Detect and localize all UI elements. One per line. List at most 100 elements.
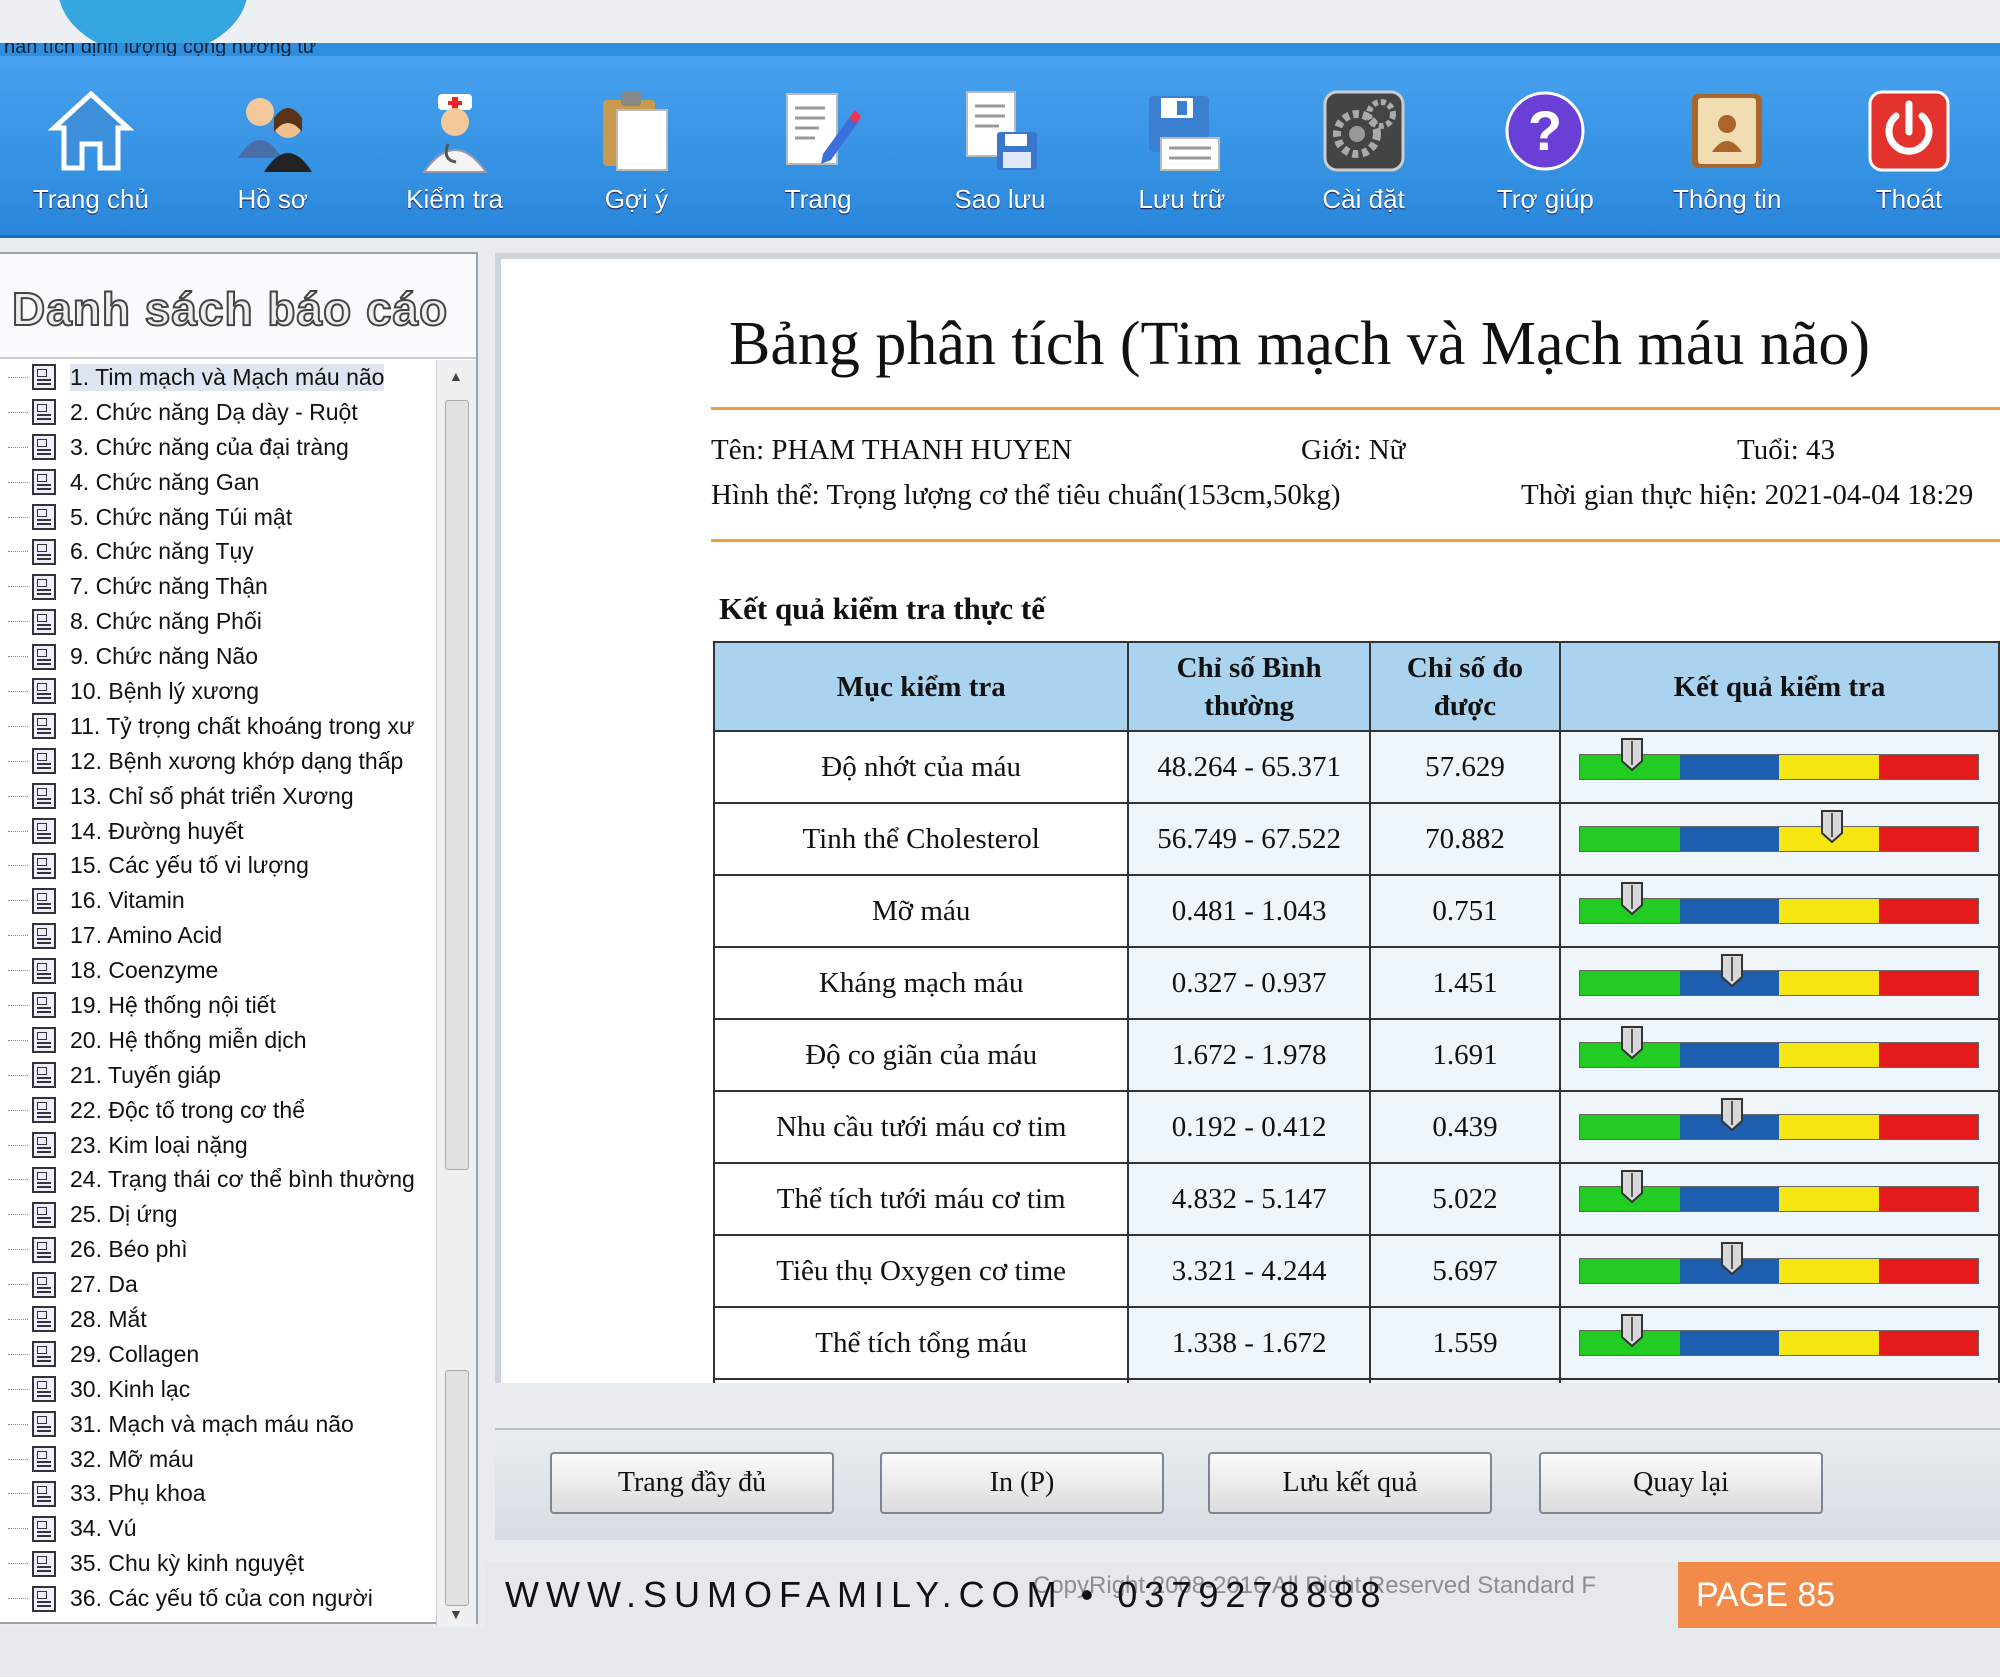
table-row: Trở kháng tổng máu thất trái0.660 - 1.54…	[712, 1378, 2000, 1383]
report-list-item-label: 36. Các yếu tố của con người	[70, 1585, 373, 1612]
gauge-segment	[1580, 1115, 1680, 1139]
toolbar-floppy-button[interactable]: Lưu trữ	[1091, 56, 1273, 235]
report-list-item-label: 30. Kinh lạc	[70, 1375, 191, 1402]
toolbar-label: Trang	[784, 184, 852, 214]
report-list-item[interactable]: 21. Tuyến giáp	[0, 1058, 436, 1093]
toolbar-help-button[interactable]: ? Trợ giúp	[1455, 56, 1637, 235]
toolbar-backup-button[interactable]: Sao lưu	[909, 56, 1091, 235]
scroll-down-icon[interactable]: ▼	[449, 1606, 463, 1622]
report-list-item[interactable]: 23. Kim loại nặng	[0, 1128, 436, 1163]
report-list-item[interactable]: 33. Phụ khoa	[0, 1477, 436, 1512]
report-list-item[interactable]: 10. Bệnh lý xương	[0, 674, 436, 709]
full-page-button[interactable]: Trang đầy đủ	[550, 1452, 834, 1514]
report-list-item[interactable]: 26. Béo phì	[0, 1232, 436, 1267]
tree-line	[8, 1109, 28, 1111]
report-list-item[interactable]: 18. Coenzyme	[0, 953, 436, 988]
tree-line	[8, 1004, 28, 1006]
report-list-item[interactable]: 32. Mỡ máu	[0, 1442, 436, 1477]
report-list-item[interactable]: 4. Chức năng Gan	[0, 465, 436, 500]
tree-line	[8, 865, 28, 867]
gauge-segment	[1779, 1115, 1879, 1139]
gauge-segment	[1878, 1331, 1979, 1355]
cell-normal: 4.832 - 5.147	[1127, 1162, 1371, 1236]
report-list-scrollbar[interactable]: ▲ ▼	[436, 360, 476, 1626]
result-gauge	[1579, 1314, 1980, 1356]
report-list-item-label: 5. Chức năng Túi mật	[70, 503, 293, 530]
tree-line	[8, 1563, 28, 1565]
report-list[interactable]: 1. Tim mạch và Mạch máu não 2. Chức năng …	[0, 360, 436, 1626]
table-row: Độ co giãn của máu 1.672 - 1.978 1.691	[712, 1018, 2000, 1092]
report-list-item[interactable]: 9. Chức năng Não	[0, 639, 436, 674]
tree-line	[8, 1353, 28, 1355]
report-list-item[interactable]: 12. Bệnh xương khớp dạng thấp	[0, 744, 436, 779]
toolbar-clipboard-button[interactable]: Gợi ý	[545, 56, 727, 235]
toolbar-power-button[interactable]: Thoát	[1818, 56, 2000, 235]
tree-line	[8, 725, 28, 727]
report-list-item[interactable]: 2. Chức năng Dạ dày - Ruột	[0, 395, 436, 430]
document-icon	[32, 1132, 56, 1159]
report-list-item[interactable]: 6. Chức năng Tụy	[0, 534, 436, 569]
print-button[interactable]: In (P)	[880, 1452, 1164, 1514]
toolbar-users-button[interactable]: Hồ sơ	[182, 56, 364, 235]
document-icon	[32, 713, 56, 740]
report-list-item[interactable]: 36. Các yếu tố của con người	[0, 1581, 436, 1616]
report-list-item-label: 14. Đường huyết	[70, 817, 244, 844]
report-list-item[interactable]: 34. Vú	[0, 1511, 436, 1546]
document-icon	[32, 1585, 56, 1612]
report-list-item[interactable]: 24. Trạng thái cơ thể bình thường	[0, 1162, 436, 1197]
table-row: Thể tích tổng máu 1.338 - 1.672 1.559	[712, 1306, 2000, 1380]
report-list-item[interactable]: 3. Chức năng của đại tràng	[0, 430, 436, 465]
report-list-item[interactable]: 20. Hệ thống miễn dịch	[0, 1023, 436, 1058]
report-list-item[interactable]: 35. Chu kỳ kinh nguyệt	[0, 1546, 436, 1581]
report-list-item[interactable]: 31. Mạch và mạch máu não	[0, 1407, 436, 1442]
scrollbar-thumb-lower[interactable]	[445, 1370, 469, 1606]
report-list-item[interactable]: 5. Chức năng Túi mật	[0, 500, 436, 535]
save-result-button[interactable]: Lưu kết quả	[1208, 1452, 1492, 1514]
cell-normal: 1.672 - 1.978	[1127, 1018, 1371, 1092]
toolbar-home-button[interactable]: Trang chủ	[0, 56, 182, 235]
cell-measured: 5.022	[1368, 1162, 1561, 1236]
clipboard-icon	[591, 86, 681, 176]
report-list-item[interactable]: 22. Độc tố trong cơ thể	[0, 1093, 436, 1128]
cell-measured: 0.439	[1368, 1090, 1561, 1164]
report-list-item[interactable]: 25. Dị ứng	[0, 1197, 436, 1232]
report-list-item-label: 23. Kim loại nặng	[70, 1131, 248, 1158]
patient-body: Hình thể: Trọng lượng cơ thể tiêu chuẩn(…	[711, 479, 1341, 511]
report-list-item[interactable]: 16. Vitamin	[0, 883, 436, 918]
report-list-item[interactable]: 7. Chức năng Thận	[0, 569, 436, 604]
edit-document-icon	[773, 86, 863, 176]
report-list-item[interactable]: 1. Tim mạch và Mạch máu não	[0, 360, 436, 395]
report-list-item[interactable]: 15. Các yếu tố vi lượng	[0, 848, 436, 883]
tree-line	[8, 1144, 28, 1146]
toolbar-doctor-button[interactable]: Kiểm tra	[364, 56, 546, 235]
report-list-item[interactable]: 28. Mắt	[0, 1302, 436, 1337]
report-list-item[interactable]: 27. Da	[0, 1267, 436, 1302]
report-list-item[interactable]: 29. Collagen	[0, 1337, 436, 1372]
scroll-up-icon[interactable]: ▲	[449, 368, 463, 384]
col-measured: Chỉ số đo được	[1368, 641, 1561, 732]
scrollbar-thumb[interactable]	[445, 400, 469, 1170]
report-list-item[interactable]: 8. Chức năng Phối	[0, 604, 436, 639]
document-icon	[32, 1411, 56, 1438]
toolbar-info-book-button[interactable]: Thông tin	[1636, 56, 1818, 235]
cell-measured: 1.559	[1368, 1306, 1561, 1380]
report-list-item[interactable]: 11. Tỷ trọng chất khoáng trong xư	[0, 709, 436, 744]
report-list-item-label: 4. Chức năng Gan	[70, 468, 260, 495]
report-list-item[interactable]: 13. Chỉ số phát triển Xương	[0, 779, 436, 814]
toolbar-gear-button[interactable]: Cài đặt	[1273, 56, 1455, 235]
report-list-item[interactable]: 30. Kinh lạc	[0, 1372, 436, 1407]
result-gauge	[1579, 1098, 1980, 1140]
patient-age: Tuổi: 43	[1737, 434, 1836, 466]
document-icon	[32, 748, 56, 775]
cell-measured: 1.691	[1368, 1018, 1561, 1092]
report-list-item-label: 29. Collagen	[70, 1340, 200, 1367]
toolbar-edit-document-button[interactable]: Trang	[727, 56, 909, 235]
report-list-item-label: 10. Bệnh lý xương	[70, 677, 260, 704]
back-button[interactable]: Quay lại	[1539, 1452, 1823, 1514]
table-row: Độ nhớt của máu 48.264 - 65.371 57.629	[712, 730, 2000, 804]
report-list-item[interactable]: 17. Amino Acid	[0, 918, 436, 953]
result-gauge	[1579, 1170, 1980, 1212]
report-list-item[interactable]: 19. Hệ thống nội tiết	[0, 988, 436, 1023]
toolbar-label: Kiểm tra	[406, 184, 503, 214]
report-list-item[interactable]: 14. Đường huyết	[0, 814, 436, 849]
